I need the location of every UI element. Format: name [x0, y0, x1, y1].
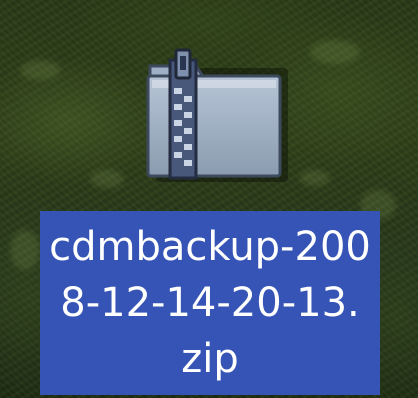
file-name-line-3: zip [181, 336, 239, 382]
desktop-background: cdmbackup-200 8-12-14-20-13. zip [0, 0, 418, 398]
file-name-line-2: 8-12-14-20-13. [60, 280, 360, 326]
zip-folder-icon[interactable] [126, 42, 290, 190]
file-name-label[interactable]: cdmbackup-200 8-12-14-20-13. zip [40, 211, 380, 395]
file-name-line-1: cdmbackup-200 [49, 224, 371, 270]
